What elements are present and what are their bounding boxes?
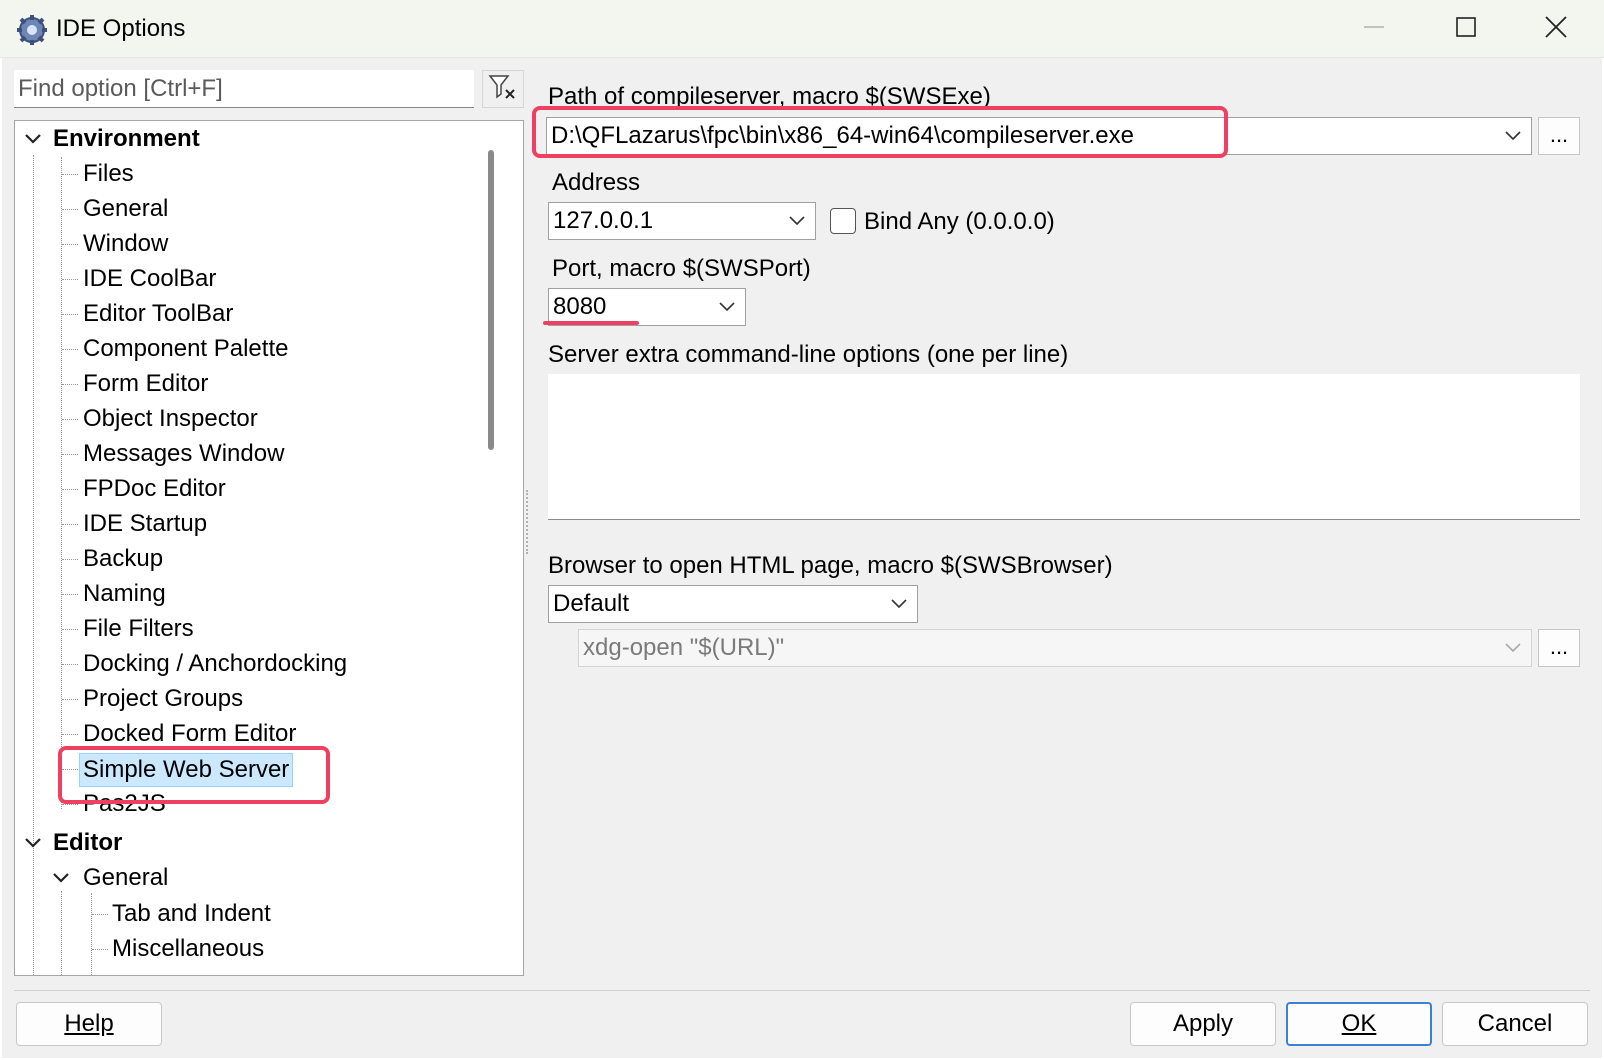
title-bar: IDE Options bbox=[0, 0, 1604, 58]
tree-item[interactable]: Object Inspector bbox=[83, 403, 258, 435]
browser-label: Browser to open HTML page, macro $(SWSBr… bbox=[548, 552, 1113, 579]
chevron-down-icon[interactable] bbox=[1505, 118, 1521, 154]
tree-connector bbox=[62, 384, 78, 385]
tree-item[interactable]: Project Groups bbox=[83, 683, 243, 715]
lazarus-gear-icon bbox=[16, 14, 48, 46]
tree-connector bbox=[62, 664, 78, 665]
browser-command-combo: xdg-open "$(URL)" bbox=[578, 629, 1532, 667]
tree-connector bbox=[62, 314, 78, 315]
cancel-button[interactable]: Cancel bbox=[1442, 1002, 1588, 1046]
extra-options-memo[interactable] bbox=[548, 374, 1580, 520]
tree-connector bbox=[61, 891, 62, 975]
tree-scrollbar-thumb[interactable] bbox=[488, 150, 494, 450]
tree-node-editor[interactable]: Editor bbox=[53, 827, 122, 859]
tree-connector bbox=[62, 524, 78, 525]
tree-connector bbox=[62, 734, 78, 735]
ok-button[interactable]: OK bbox=[1286, 1002, 1432, 1046]
browser-combo[interactable]: Default bbox=[548, 585, 918, 623]
tree-item[interactable]: File Filters bbox=[83, 613, 194, 645]
tree-item[interactable]: Messages Window bbox=[83, 438, 284, 470]
ok-button-label: OK bbox=[1341, 1010, 1377, 1037]
tree-item[interactable]: Editor ToolBar bbox=[83, 298, 233, 330]
tree-connector bbox=[92, 949, 108, 950]
chevron-down-icon bbox=[1505, 630, 1521, 666]
maximize-icon bbox=[1456, 16, 1476, 42]
close-button[interactable] bbox=[1510, 0, 1602, 58]
chevron-down-icon[interactable] bbox=[789, 203, 805, 239]
address-combo[interactable]: 127.0.0.1 bbox=[548, 202, 816, 240]
maximize-button[interactable] bbox=[1420, 0, 1512, 58]
panel-splitter[interactable] bbox=[526, 490, 530, 554]
tree-connector bbox=[62, 594, 78, 595]
clear-filter-button[interactable] bbox=[482, 70, 524, 108]
tree-connector bbox=[62, 174, 78, 175]
tree-item[interactable]: Files bbox=[83, 158, 134, 190]
tree-item[interactable]: Component Palette bbox=[83, 333, 288, 365]
tree-connector bbox=[62, 209, 78, 210]
chevron-down-icon[interactable] bbox=[51, 868, 71, 888]
tree-item[interactable]: Naming bbox=[83, 578, 166, 610]
minimize-button[interactable] bbox=[1328, 0, 1420, 58]
browser-browse-button[interactable]: ... bbox=[1538, 629, 1580, 667]
tree-connector bbox=[62, 699, 78, 700]
tree-connector bbox=[62, 454, 78, 455]
chevron-down-icon[interactable] bbox=[719, 289, 735, 325]
help-button[interactable]: Help bbox=[16, 1002, 162, 1046]
tree-connector bbox=[62, 559, 78, 560]
browser-value: Default bbox=[553, 590, 630, 617]
bind-any-checkbox[interactable] bbox=[830, 208, 856, 234]
tree-item[interactable]: Docking / Anchordocking bbox=[83, 648, 347, 680]
tree-connector bbox=[91, 893, 92, 975]
extra-options-label: Server extra command-line options (one p… bbox=[548, 341, 1069, 368]
tree-item[interactable]: Miscellaneous bbox=[112, 933, 264, 965]
port-label: Port, macro $(SWSPort) bbox=[552, 255, 811, 282]
port-value: 8080 bbox=[553, 293, 607, 320]
tree-item[interactable]: Backup bbox=[83, 543, 163, 575]
chevron-down-icon[interactable] bbox=[23, 129, 43, 149]
address-value: 127.0.0.1 bbox=[553, 207, 654, 234]
tree-node-environment[interactable]: Environment bbox=[53, 123, 200, 155]
tree-connector bbox=[62, 489, 78, 490]
button-panel-divider bbox=[14, 990, 1590, 991]
bind-any-label[interactable]: Bind Any (0.0.0.0) bbox=[864, 207, 1055, 237]
tree-item[interactable]: Window bbox=[83, 228, 168, 260]
highlight-annotation bbox=[532, 106, 1228, 158]
tree-item[interactable]: Tab and Indent bbox=[112, 898, 271, 930]
tree-connector bbox=[62, 349, 78, 350]
tree-connector bbox=[92, 914, 108, 915]
chevron-down-icon[interactable] bbox=[891, 586, 907, 622]
help-button-label: Help bbox=[64, 1010, 114, 1037]
filter-clear-icon bbox=[488, 74, 518, 105]
underline-annotation bbox=[543, 321, 639, 325]
options-tree[interactable]: Environment Files General Window IDE Coo… bbox=[14, 120, 524, 976]
window-title: IDE Options bbox=[56, 15, 186, 42]
highlight-annotation bbox=[58, 746, 330, 804]
compileserver-browse-button[interactable]: ... bbox=[1538, 117, 1580, 155]
apply-button[interactable]: Apply bbox=[1130, 1002, 1276, 1046]
tree-connector bbox=[62, 244, 78, 245]
close-icon bbox=[1545, 15, 1567, 43]
find-option-input[interactable]: Find option [Ctrl+F] bbox=[14, 70, 474, 108]
tree-connector bbox=[61, 157, 62, 809]
address-label: Address bbox=[552, 169, 641, 196]
tree-item[interactable]: Form Editor bbox=[83, 368, 208, 400]
tree-connector bbox=[62, 804, 78, 805]
tree-item[interactable]: FPDoc Editor bbox=[83, 473, 226, 505]
minimize-icon bbox=[1364, 17, 1384, 42]
tree-item[interactable]: IDE Startup bbox=[83, 508, 207, 540]
tree-connector bbox=[62, 629, 78, 630]
tree-item[interactable]: General bbox=[83, 193, 168, 225]
tree-connector bbox=[62, 279, 78, 280]
tree-node-editor-general[interactable]: General bbox=[83, 862, 168, 894]
tree-item[interactable]: IDE CoolBar bbox=[83, 263, 216, 295]
chevron-down-icon[interactable] bbox=[23, 833, 43, 853]
browser-command-value: xdg-open "$(URL)" bbox=[583, 634, 785, 661]
tree-connector bbox=[62, 419, 78, 420]
